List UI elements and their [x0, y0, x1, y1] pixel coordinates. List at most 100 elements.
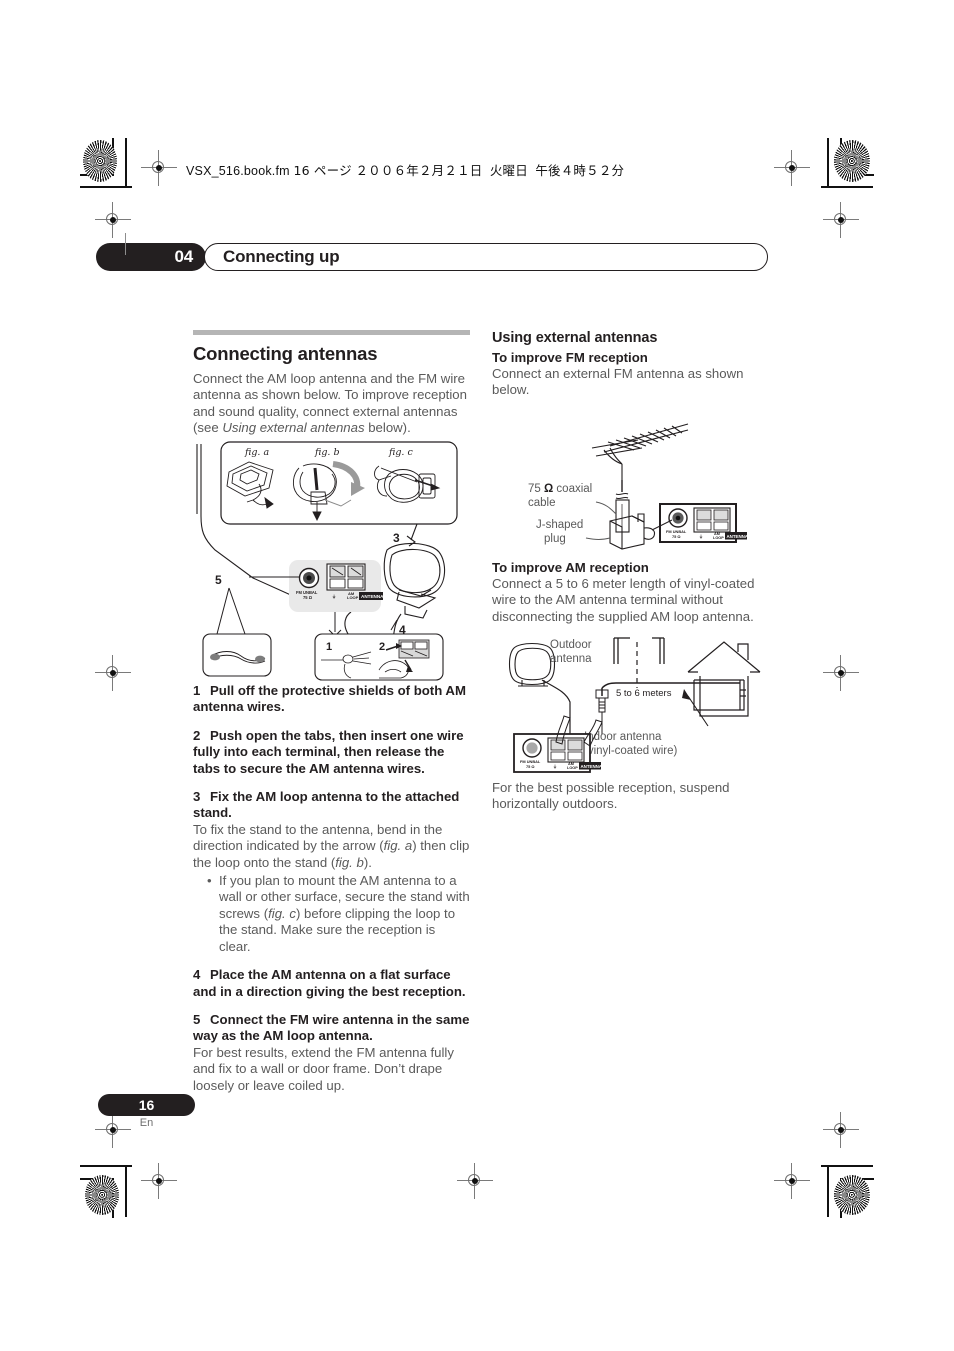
callout-3: 3: [393, 531, 400, 545]
registration-mark-bottom-left: [141, 1163, 177, 1199]
step-4-number: 4: [193, 967, 201, 983]
step-3: 3 Fix the AM loop antenna to the attached…: [193, 789, 470, 822]
crop-mark-top-left-horizontal: [80, 186, 132, 188]
closing-body: For the best possible reception, suspend…: [492, 780, 730, 812]
page-title: Connecting antennas: [193, 343, 378, 364]
list-item: If you plan to mount the AM antenna to a…: [207, 873, 470, 955]
step-1-text: Pull off the protective shields of both …: [193, 683, 466, 715]
section-rule: [193, 330, 470, 335]
fm-antenna-terminal-label: ANTENNA: [727, 534, 749, 539]
rosette-top-left: [83, 140, 117, 182]
right-column: Using external antennas To improve FM re…: [492, 330, 769, 399]
crop-mark-top-right-vertical: [827, 138, 829, 188]
weekday-japanese: 火曜日: [489, 163, 528, 178]
label-coaxial-cable-line2: cable: [528, 497, 556, 509]
label-5-to-6-meters: 5 to 6 meters: [616, 688, 672, 699]
intro-italic-ref: Using external antennas: [222, 420, 365, 436]
crop-mark-top-left-vertical: [125, 138, 127, 188]
filename-text: VSX_516.book.fm: [186, 164, 290, 178]
label-j-shaped-plug-line2: plug: [544, 533, 566, 545]
figure-external-fm-antenna: 75 Ω coaxial cable J-shaped plug FM UNBA…: [492, 418, 772, 550]
document-filename-header: VSX_516.book.fm 16 ページ ２００６年２月２１日 火曜日 午後…: [186, 160, 624, 179]
crop-mark-bottom-left-horizontal: [80, 1165, 132, 1167]
step-2: 2 Push open the tabs, then insert one wir…: [193, 728, 470, 777]
chapter-title: Connecting up: [204, 243, 768, 271]
date-japanese: ２００６年２月２１日: [355, 163, 483, 178]
step-4-text: Place the AM antenna on a flat surface a…: [193, 967, 466, 999]
label-outdoor-antenna-line2: antenna: [550, 653, 592, 665]
step-3-number: 3: [193, 789, 201, 805]
chapter-bar-tick: [125, 233, 127, 255]
intro-paragraph: Connect the AM loop antenna and the FM w…: [193, 371, 470, 437]
svg-text:75 Ω: 75 Ω: [526, 764, 535, 769]
page-label-japanese: 16 ページ: [293, 163, 352, 178]
svg-text:LOOP: LOOP: [347, 595, 359, 600]
step-5: 5 Connect the FM wire antenna in the same…: [193, 1012, 470, 1045]
page-language-label: En: [139, 1117, 154, 1129]
fig-a-label: fig. a: [244, 447, 269, 458]
step-3-fig-a-ref: fig. a: [383, 838, 413, 854]
registration-mark-left-middle: [95, 655, 131, 691]
registration-mark-bottom-center: [457, 1163, 493, 1199]
terminal-antenna-label: ANTENNA: [361, 594, 384, 599]
svg-text:⏚: ⏚: [332, 593, 336, 599]
crop-mark-bottom-right-horizontal: [821, 1165, 873, 1167]
registration-mark-right-middle: [823, 655, 859, 691]
step-3-fig-b-ref: fig. b: [335, 854, 364, 870]
step-3-text: Fix the AM loop antenna to the attached …: [193, 789, 460, 821]
crop-mark-bottom-right-vertical: [827, 1165, 829, 1217]
svg-text:75 Ω: 75 Ω: [672, 534, 681, 539]
am-reception-heading: To improve AM reception: [492, 560, 649, 575]
step-4: 4 Place the AM antenna on a flat surface …: [193, 967, 470, 1000]
label-indoor-antenna-line2: (vinyl-coated wire): [584, 745, 677, 757]
left-column-steps: 1 Pull off the protective shields of both…: [193, 683, 470, 1094]
figure-external-am-antenna: Outdoor antenna 5 to 6 meters Indoor ant…: [492, 630, 772, 775]
callout-5: 5: [215, 573, 222, 587]
rosette-top-right: [834, 140, 870, 182]
svg-text:75 Ω: 75 Ω: [303, 595, 313, 600]
step-5-body: For best results, extend the FM antenna …: [193, 1044, 454, 1093]
registration-mark-bottom-right: [774, 1163, 810, 1199]
page-number-badge: 16: [98, 1094, 195, 1116]
svg-text:LOOP: LOOP: [713, 536, 724, 540]
step-5-number: 5: [193, 1011, 201, 1027]
step-3-body: To fix the stand to the antenna, bend in…: [193, 822, 470, 871]
crop-mark-top-right-horizontal: [821, 186, 873, 188]
step-1: 1 Pull off the protective shields of both…: [193, 683, 470, 716]
right-column-closing: For the best possible reception, suspend…: [492, 780, 769, 813]
callout-2: 2: [379, 641, 385, 653]
crop-mark-bottom-left-vertical: [125, 1165, 127, 1217]
am-reception-body: Connect a 5 to 6 meter length of vinyl-c…: [492, 576, 755, 624]
registration-mark-left-upper: [95, 202, 131, 238]
label-indoor-antenna-line1: Indoor antenna: [584, 731, 662, 743]
label-j-shaped-plug-line1: J-shaped: [536, 519, 583, 531]
chapter-header-bar: 04 Connecting up: [96, 243, 768, 271]
step-1-number: 1: [193, 683, 201, 698]
label-outdoor-antenna-line1: Outdoor: [550, 639, 592, 651]
fm-reception-body: Connect an external FM antenna as shown …: [492, 366, 744, 398]
fig-c-label: fig. c: [388, 447, 413, 458]
registration-mark-top-left: [141, 150, 177, 186]
label-coaxial-cable-line1: 75 Ω coaxial: [528, 483, 592, 495]
time-japanese: 午後４時５２分: [535, 163, 625, 178]
svg-text:⏚: ⏚: [699, 533, 703, 539]
fig-b-label: fig. b: [314, 447, 340, 458]
am-antenna-terminal-label: ANTENNA: [581, 764, 603, 769]
bullet-fig-c-ref: fig. c: [268, 905, 296, 921]
registration-mark-right-lower: [823, 1112, 859, 1148]
registration-mark-top-right: [774, 150, 810, 186]
step-3-bullet-list: If you plan to mount the AM antenna to a…: [193, 873, 470, 955]
chapter-number: 04: [96, 243, 206, 271]
right-column-am: To improve AM reception Connect a 5 to 6…: [492, 560, 769, 625]
left-column: Connecting antennas Connect the AM loop …: [193, 330, 470, 437]
rosette-bottom-right: [834, 1175, 870, 1215]
registration-mark-right-upper: [823, 202, 859, 238]
svg-text:LOOP: LOOP: [567, 766, 578, 770]
step-2-text: Push open the tabs, then insert one wire…: [193, 727, 464, 776]
callout-1: 1: [326, 641, 332, 653]
step-5-text: Connect the FM wire antenna in the same …: [193, 1011, 470, 1044]
intro-text-part2: below).: [364, 420, 411, 436]
figure-antenna-connection-overview: fig. a fig. b fig. c 3 4 FM UNBAL 75 Ω ⏚…: [193, 438, 473, 683]
rosette-bottom-left: [85, 1175, 119, 1215]
right-section-title: Using external antennas: [492, 330, 658, 346]
